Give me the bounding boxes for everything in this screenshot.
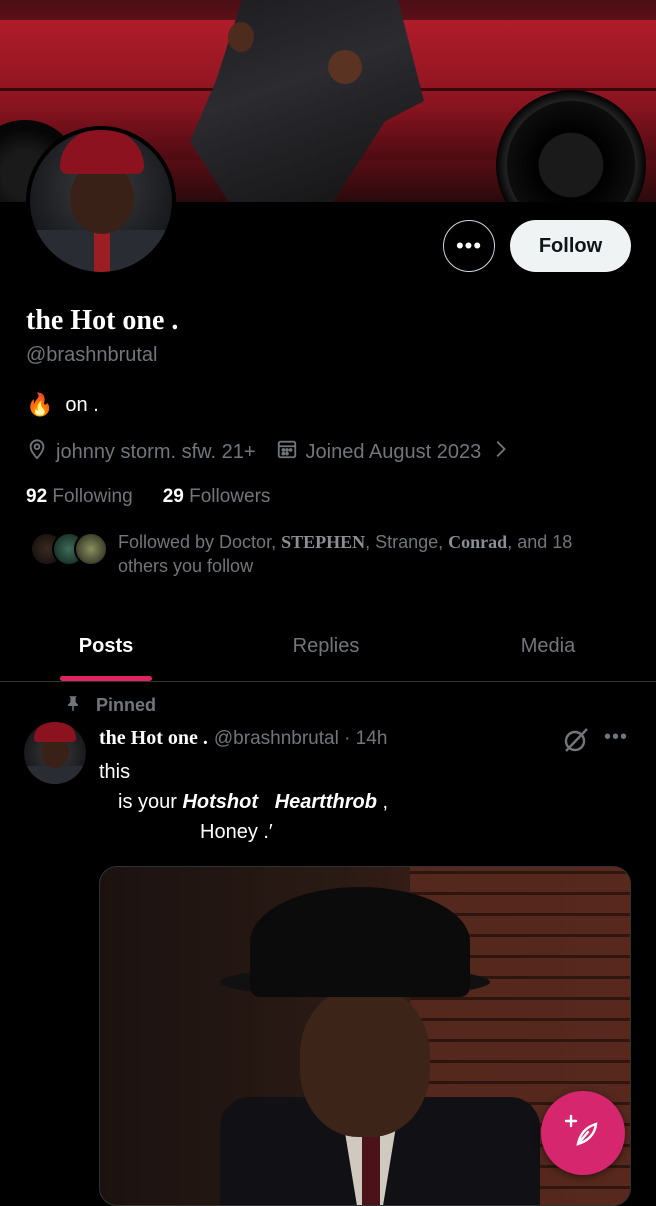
profile-handle: @brashnbrutal (26, 344, 158, 366)
pinned-label: Pinned (64, 694, 156, 717)
tab-label: Replies (292, 635, 360, 657)
grok-icon[interactable] (562, 726, 590, 754)
post-more-button[interactable]: ••• (604, 726, 628, 749)
fire-emoji: 🔥 (26, 392, 54, 417)
following-label: Following (52, 486, 133, 507)
media-face (300, 987, 430, 1137)
profile-location: johnny storm. sfw. 21+ (26, 438, 256, 466)
profile-joined[interactable]: Joined August 2023 (276, 438, 512, 466)
following-link[interactable]: 92 Following (26, 486, 133, 508)
followed-by-mid: , Strange, (365, 532, 449, 552)
post-handle-time[interactable]: @brashnbrutal · 14h (214, 728, 388, 750)
compose-icon (564, 1112, 602, 1155)
post-text-line: this (99, 761, 131, 783)
bio-text: on . (65, 393, 99, 416)
profile-avatar[interactable] (26, 126, 176, 276)
location-icon (26, 438, 48, 466)
post-text-line: Honey .′ (200, 821, 273, 843)
more-options-button[interactable]: ••• (443, 220, 495, 272)
followers-count: 29 (162, 486, 184, 507)
follow-counts: 92 Following 29 Followers (26, 486, 270, 508)
profile-bio: 🔥 on . (26, 392, 99, 418)
followed-by-name: STEPHEN (281, 532, 366, 552)
location-text: johnny storm. sfw. 21+ (56, 440, 256, 463)
followers-link[interactable]: 29 Followers (163, 486, 271, 508)
tab-posts[interactable]: Posts (0, 612, 212, 681)
tab-media[interactable]: Media (440, 612, 656, 681)
post-header: the Hot one . @brashnbrutal · 14h (99, 727, 387, 750)
tab-label: Media (520, 635, 576, 657)
active-tab-indicator (60, 676, 152, 681)
tab-replies[interactable]: Replies (212, 612, 440, 681)
following-count: 92 (26, 486, 48, 507)
follow-button[interactable]: Follow (510, 220, 631, 272)
followers-label: Followers (189, 486, 271, 507)
compose-button[interactable] (541, 1091, 625, 1175)
tab-label: Posts (78, 635, 134, 657)
post-text: , (376, 791, 389, 813)
post-author-name[interactable]: the Hot one . (99, 727, 208, 750)
post-bold-text: Heartthrob (274, 791, 377, 813)
joined-text: Joined August 2023 (305, 440, 482, 463)
avatar-hat (34, 722, 76, 742)
followed-by-avatars (26, 530, 112, 570)
avatar (74, 532, 108, 566)
chevron-right-icon (489, 438, 511, 466)
followed-by-name: Conrad (448, 532, 508, 552)
media-hat (250, 887, 470, 997)
followed-by-prefix: Followed by Doctor, (118, 532, 282, 552)
pin-icon (64, 694, 82, 717)
avatar-suit (24, 766, 86, 784)
profile-meta: johnny storm. sfw. 21+ Joined August 202… (26, 438, 531, 466)
profile-display-name: the Hot one . (26, 305, 179, 336)
followed-by[interactable]: Followed by Doctor, STEPHEN, Strange, Co… (26, 530, 626, 578)
followed-by-text: Followed by Doctor, STEPHEN, Strange, Co… (118, 530, 618, 578)
post-author-avatar[interactable] (24, 722, 86, 784)
post-text-line: is your Hotshot Heartthrob , (118, 791, 388, 814)
post-text: is your (118, 791, 183, 813)
pinned-text: Pinned (96, 695, 157, 715)
post-bold-text: Hotshot (182, 791, 259, 813)
banner-hand (228, 22, 254, 52)
profile-tabs: Posts Replies Media (0, 612, 656, 682)
avatar-hat (60, 130, 144, 174)
calendar-icon (276, 438, 298, 466)
banner-hand (328, 50, 362, 84)
